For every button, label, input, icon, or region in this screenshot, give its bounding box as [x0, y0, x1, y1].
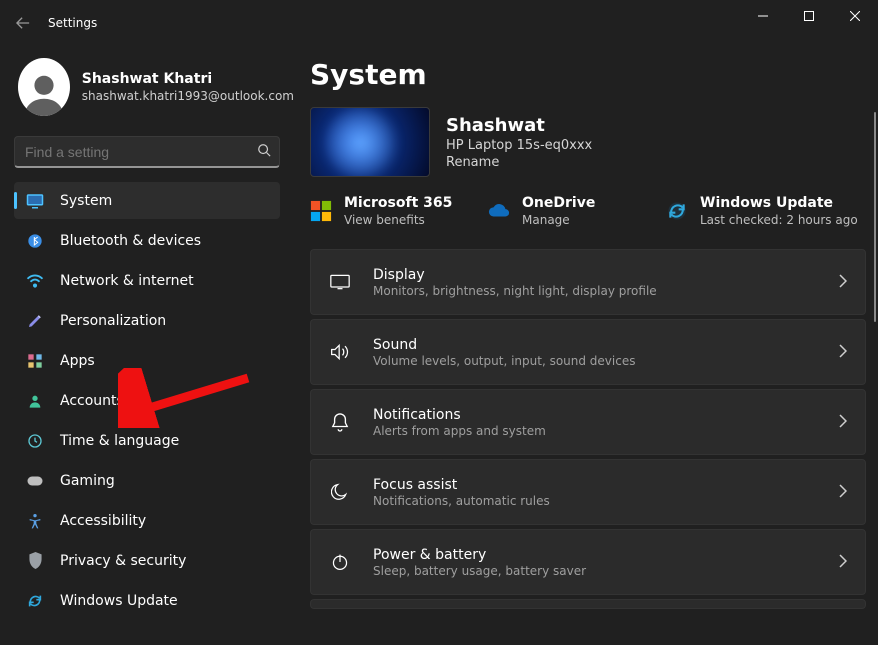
device-rename-link[interactable]: Rename — [446, 155, 592, 170]
chevron-right-icon — [839, 273, 847, 292]
gamepad-icon — [26, 472, 44, 490]
sidebar-item-personalization[interactable]: Personalization — [14, 302, 280, 339]
setting-partial-next[interactable] — [310, 599, 866, 609]
avatar — [18, 58, 70, 116]
service-title: OneDrive — [522, 195, 595, 211]
nav-list: System Bluetooth & devices Network & int… — [14, 182, 298, 619]
sidebar-item-accounts[interactable]: Accounts — [14, 382, 280, 419]
search-icon — [257, 142, 271, 161]
setting-title: Sound — [373, 337, 839, 353]
sidebar-item-label: Personalization — [60, 313, 166, 329]
service-title: Microsoft 365 — [344, 195, 452, 211]
moon-icon — [329, 483, 351, 501]
page-title: System — [310, 58, 866, 91]
chevron-right-icon — [839, 413, 847, 432]
chevron-right-icon — [839, 483, 847, 502]
sidebar-item-privacy[interactable]: Privacy & security — [14, 542, 280, 579]
scrollbar-thumb[interactable] — [874, 112, 876, 322]
sidebar-item-accessibility[interactable]: Accessibility — [14, 502, 280, 539]
setting-title: Notifications — [373, 407, 839, 423]
sidebar-item-apps[interactable]: Apps — [14, 342, 280, 379]
device-wallpaper-thumb — [310, 107, 430, 177]
update-icon — [666, 200, 688, 222]
sidebar-item-label: Accounts — [60, 393, 124, 409]
content-pane: System Shashwat HP Laptop 15s-eq0xxx Ren… — [298, 46, 878, 645]
service-sub: Last checked: 2 hours ago — [700, 213, 858, 227]
setting-notifications[interactable]: Notifications Alerts from apps and syste… — [310, 389, 866, 455]
device-name: Shashwat — [446, 115, 592, 136]
sidebar-item-label: Privacy & security — [60, 553, 186, 569]
titlebar: Settings — [0, 0, 878, 46]
apps-icon — [26, 352, 44, 370]
setting-title: Display — [373, 267, 839, 283]
sidebar-item-label: Accessibility — [60, 513, 146, 529]
sidebar-item-label: Windows Update — [60, 593, 178, 609]
onedrive-icon — [488, 200, 510, 222]
service-windows-update[interactable]: Windows Update Last checked: 2 hours ago — [666, 195, 858, 227]
search-box[interactable] — [14, 136, 280, 168]
person-icon — [26, 392, 44, 410]
microsoft365-icon — [310, 200, 332, 222]
sound-icon — [329, 343, 351, 361]
sidebar-item-bluetooth[interactable]: Bluetooth & devices — [14, 222, 280, 259]
bluetooth-icon — [26, 232, 44, 250]
service-title: Windows Update — [700, 195, 858, 211]
sidebar-item-gaming[interactable]: Gaming — [14, 462, 280, 499]
paintbrush-icon — [26, 312, 44, 330]
service-sub: Manage — [522, 213, 595, 227]
setting-sub: Notifications, automatic rules — [373, 494, 839, 508]
setting-power-battery[interactable]: Power & battery Sleep, battery usage, ba… — [310, 529, 866, 595]
service-onedrive[interactable]: OneDrive Manage — [488, 195, 638, 227]
chevron-right-icon — [839, 343, 847, 362]
service-microsoft365[interactable]: Microsoft 365 View benefits — [310, 195, 460, 227]
setting-sub: Monitors, brightness, night light, displ… — [373, 284, 839, 298]
sidebar-item-label: Bluetooth & devices — [60, 233, 201, 249]
sidebar-item-label: Time & language — [60, 433, 179, 449]
monitor-icon — [26, 192, 44, 210]
accessibility-icon — [26, 512, 44, 530]
user-email: shashwat.khatri1993@outlook.com — [82, 89, 294, 103]
setting-sub: Alerts from apps and system — [373, 424, 839, 438]
setting-display[interactable]: Display Monitors, brightness, night ligh… — [310, 249, 866, 315]
minimize-button[interactable] — [740, 0, 786, 32]
sidebar-item-label: System — [60, 193, 112, 209]
user-block[interactable]: Shashwat Khatri shashwat.khatri1993@outl… — [14, 46, 298, 136]
service-sub: View benefits — [344, 213, 452, 227]
window-controls — [740, 0, 878, 32]
clock-icon — [26, 432, 44, 450]
sidebar-item-label: Network & internet — [60, 273, 194, 289]
settings-list: Display Monitors, brightness, night ligh… — [310, 249, 866, 609]
display-icon — [329, 274, 351, 290]
setting-sound[interactable]: Sound Volume levels, output, input, soun… — [310, 319, 866, 385]
setting-focus-assist[interactable]: Focus assist Notifications, automatic ru… — [310, 459, 866, 525]
setting-sub: Sleep, battery usage, battery saver — [373, 564, 839, 578]
sidebar-item-windows-update[interactable]: Windows Update — [14, 582, 280, 619]
sync-icon — [26, 592, 44, 610]
device-model: HP Laptop 15s-eq0xxx — [446, 138, 592, 153]
setting-sub: Volume levels, output, input, sound devi… — [373, 354, 839, 368]
back-button[interactable] — [14, 14, 32, 32]
service-tiles: Microsoft 365 View benefits OneDrive Man… — [310, 195, 866, 227]
setting-title: Focus assist — [373, 477, 839, 493]
power-icon — [329, 553, 351, 571]
sidebar: Shashwat Khatri shashwat.khatri1993@outl… — [0, 46, 298, 645]
search-input[interactable] — [23, 143, 257, 161]
sidebar-item-system[interactable]: System — [14, 182, 280, 219]
sidebar-item-network[interactable]: Network & internet — [14, 262, 280, 299]
wifi-icon — [26, 272, 44, 290]
user-name: Shashwat Khatri — [82, 71, 294, 87]
device-block: Shashwat HP Laptop 15s-eq0xxx Rename — [310, 107, 866, 177]
chevron-right-icon — [839, 553, 847, 572]
bell-icon — [329, 412, 351, 432]
sidebar-item-label: Apps — [60, 353, 95, 369]
window-title: Settings — [48, 16, 97, 30]
shield-icon — [26, 552, 44, 570]
sidebar-item-time-language[interactable]: Time & language — [14, 422, 280, 459]
maximize-button[interactable] — [786, 0, 832, 32]
sidebar-item-label: Gaming — [60, 473, 115, 489]
close-button[interactable] — [832, 0, 878, 32]
setting-title: Power & battery — [373, 547, 839, 563]
